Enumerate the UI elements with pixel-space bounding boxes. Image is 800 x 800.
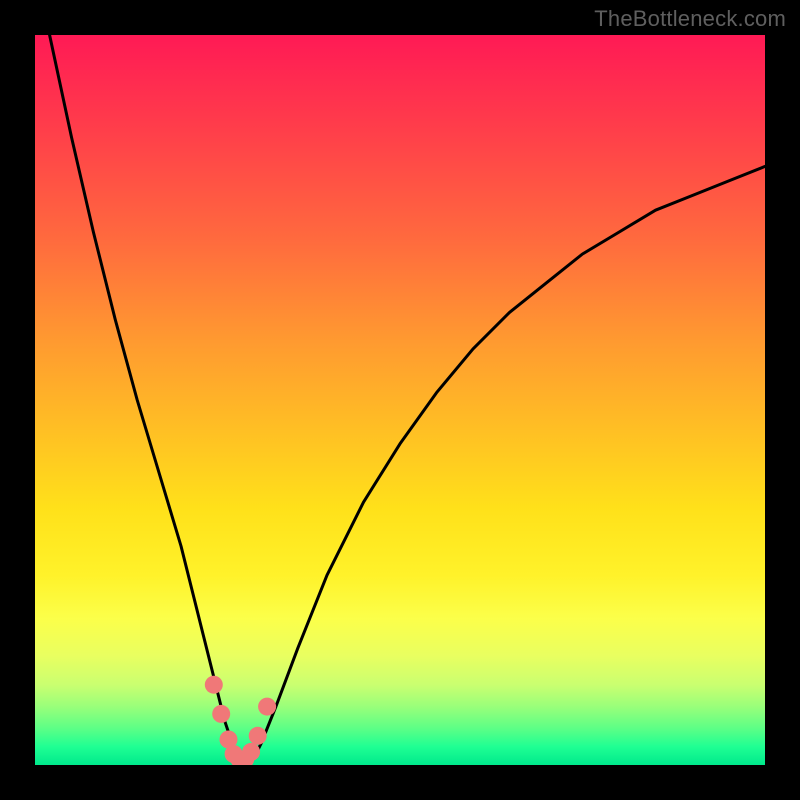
highlight-dot <box>205 676 223 694</box>
bottleneck-curve-path <box>50 35 765 761</box>
highlight-dots <box>205 676 276 765</box>
plot-area <box>35 35 765 765</box>
highlight-dot <box>242 743 260 761</box>
watermark-text: TheBottleneck.com <box>594 6 786 32</box>
chart-frame: TheBottleneck.com <box>0 0 800 800</box>
highlight-dot <box>249 727 267 745</box>
bottleneck-curve <box>50 35 765 761</box>
highlight-dot <box>212 705 230 723</box>
curve-svg <box>35 35 765 765</box>
highlight-dot <box>258 698 276 716</box>
